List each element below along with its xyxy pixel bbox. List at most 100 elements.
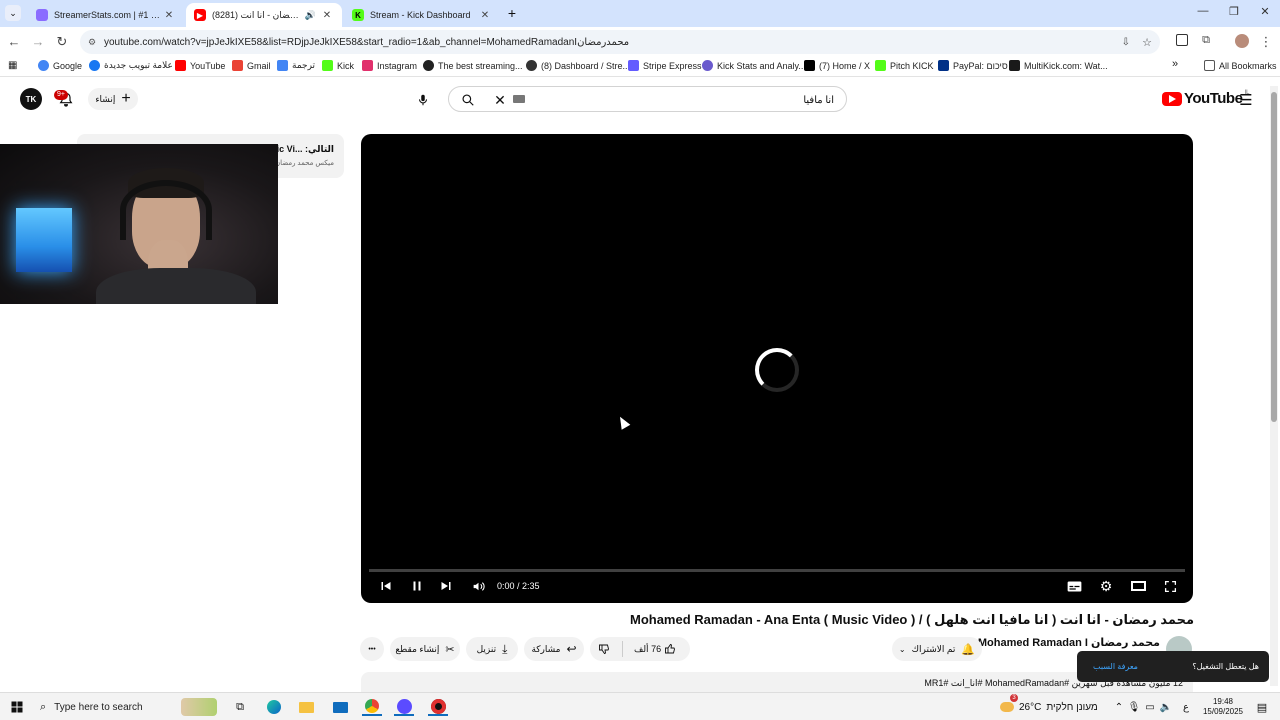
all-bookmarks-button[interactable]: All Bookmarks xyxy=(1204,60,1277,71)
search-input[interactable] xyxy=(529,91,834,109)
back-icon[interactable]: ← xyxy=(4,34,24,49)
settings-gear-icon[interactable]: ⚙ xyxy=(1095,577,1117,595)
bookmark-gmail[interactable]: Gmail xyxy=(232,60,271,71)
profile-avatar-icon[interactable] xyxy=(1232,34,1252,51)
bookmark-translate[interactable]: ترجمة xyxy=(277,60,315,71)
tab-youtube[interactable]: ▶ محمد رمضان - انا انت (8281) 🔊 ✕ xyxy=(186,3,342,27)
extensions-puzzle-icon[interactable]: ⧉ xyxy=(1196,34,1216,47)
bookmark-facebook[interactable]: علامة تبويب جديدة xyxy=(89,60,173,71)
address-bar[interactable]: ⚙ youtube.com/watch?v=jpJeJkIXE58&list=R… xyxy=(80,30,1160,54)
search-highlight-icon[interactable] xyxy=(178,698,220,716)
mail-icon[interactable] xyxy=(330,698,350,716)
microphone-tray-icon[interactable]: 🎙 xyxy=(1128,698,1141,716)
notification-center-icon[interactable]: ▤ xyxy=(1254,698,1270,716)
dislike-button[interactable] xyxy=(598,643,610,655)
download-button[interactable]: تنزيل ⤓ xyxy=(466,637,518,661)
clock[interactable]: 19:48 15/09/2025 xyxy=(1196,696,1250,718)
bookmark-label: Kick xyxy=(337,60,355,71)
recording-app-icon[interactable] xyxy=(428,698,448,716)
edge-browser-icon[interactable] xyxy=(264,698,284,716)
next-icon[interactable] xyxy=(435,577,457,595)
tab-streamerstats[interactable]: StreamerStats.com | #1 Kick An ✕ xyxy=(28,3,184,27)
close-icon[interactable]: ✕ xyxy=(478,10,492,21)
tab-kick-dashboard[interactable]: K Stream - Kick Dashboard ✕ xyxy=(344,3,500,27)
subscribed-button[interactable]: ⌄ تم الاشتراك 🔔 xyxy=(892,637,982,661)
guide-menu-icon[interactable]: ☰ xyxy=(1236,90,1256,110)
speaker-icon[interactable]: 🔊 xyxy=(305,10,316,21)
bookmark-pitch-kick[interactable]: Pitch KICK xyxy=(875,60,934,71)
speaker-tray-icon[interactable]: 🔈 xyxy=(1160,698,1172,716)
browser-menu-icon[interactable]: ⋮ xyxy=(1256,34,1276,50)
clear-search-icon[interactable]: ✕ xyxy=(491,91,509,109)
bookmark-multikick[interactable]: MultiKick.com: Wat... xyxy=(1009,60,1108,71)
volume-icon[interactable] xyxy=(467,577,489,595)
account-avatar[interactable]: TK xyxy=(20,88,42,110)
pause-icon[interactable] xyxy=(406,577,428,595)
like-button[interactable] xyxy=(664,643,676,655)
bookmark-star-icon[interactable]: ☆ xyxy=(1142,36,1152,49)
scrollbar-thumb[interactable] xyxy=(1271,92,1277,422)
page-scrollbar[interactable] xyxy=(1270,86,1278,686)
more-actions-button[interactable]: ••• xyxy=(360,637,384,661)
weather-temp: 26°C xyxy=(1019,701,1042,713)
chevron-down-icon: ⌄ xyxy=(898,644,906,654)
file-explorer-icon[interactable] xyxy=(296,698,316,716)
progress-bar[interactable] xyxy=(369,569,1185,572)
new-tab-button[interactable]: + xyxy=(504,5,520,21)
minimize-icon[interactable]: — xyxy=(1188,5,1218,17)
download-label: تنزيل xyxy=(476,643,497,654)
task-view-icon[interactable]: ⧉ xyxy=(230,698,250,716)
tab-title: StreamerStats.com | #1 Kick An xyxy=(54,10,162,20)
more-bookmarks-button[interactable]: » xyxy=(1172,58,1178,70)
close-window-icon[interactable]: ✕ xyxy=(1250,5,1280,18)
weather-alert-badge: 3 xyxy=(1010,694,1018,702)
bookmark-dashboard[interactable]: (8) Dashboard / Stre... xyxy=(526,60,630,71)
bookmark-kick-stats[interactable]: Kick Stats and Analy... xyxy=(702,60,806,71)
language-indicator[interactable]: ع xyxy=(1180,698,1192,716)
fullscreen-icon[interactable] xyxy=(1159,577,1181,595)
bookmark-stripe[interactable]: Stripe Express xyxy=(628,60,702,71)
kick-extension-icon[interactable] xyxy=(1172,34,1192,49)
chrome-icon[interactable] xyxy=(362,698,382,716)
voice-search-mic-icon[interactable] xyxy=(412,89,434,111)
bookmark-paypal[interactable]: PayPal: סיכום xyxy=(938,60,1008,71)
start-windows-icon[interactable] xyxy=(8,698,26,716)
network-icon[interactable]: ▭ xyxy=(1144,698,1156,716)
apps-grid-icon[interactable]: ▦ xyxy=(8,60,17,71)
create-button[interactable]: إنشاء + xyxy=(88,88,138,110)
browser-toolbar: ← → ↻ ⚙ youtube.com/watch?v=jpJeJkIXE58&… xyxy=(0,27,1280,56)
close-icon[interactable]: ✕ xyxy=(162,10,176,21)
youtube-icon xyxy=(175,60,186,71)
subtitles-icon[interactable] xyxy=(1063,577,1085,595)
facebook-icon xyxy=(89,60,100,71)
channel-name[interactable]: Mohamed Ramadan I محمد رمضان xyxy=(978,636,1160,649)
bookmark-youtube[interactable]: YouTube xyxy=(175,60,225,71)
streaming-icon xyxy=(423,60,434,71)
bookmark-streaming[interactable]: The best streaming... xyxy=(423,60,523,71)
install-app-icon[interactable]: ⇩ xyxy=(1122,37,1130,48)
aquarium-light xyxy=(16,208,72,272)
show-hidden-icons-chevron-icon[interactable]: ⌃ xyxy=(1112,698,1126,716)
bookmark-google[interactable]: Google xyxy=(38,60,82,71)
restore-icon[interactable]: ❐ xyxy=(1219,5,1249,18)
previous-icon[interactable] xyxy=(375,577,397,595)
google-icon xyxy=(38,60,49,71)
share-button[interactable]: مشاركة ↩ xyxy=(524,637,584,661)
forward-icon[interactable]: → xyxy=(28,34,48,49)
toast-learn-more-link[interactable]: معرفة السبب xyxy=(1093,662,1138,671)
search-icon[interactable] xyxy=(459,91,477,109)
clip-button[interactable]: إنشاء مقطع ✂ xyxy=(390,637,460,661)
site-info-icon[interactable]: ⚙ xyxy=(88,37,96,48)
close-icon[interactable]: ✕ xyxy=(320,10,334,21)
theater-mode-icon[interactable] xyxy=(1127,577,1149,595)
dislike-icon xyxy=(599,644,609,655)
bookmark-kick[interactable]: Kick xyxy=(322,60,354,71)
keyboard-icon[interactable] xyxy=(513,95,525,103)
video-player[interactable]: 0:00 / 2:35 ⚙ xyxy=(361,134,1193,603)
tab-search-button[interactable]: ⌄ xyxy=(5,5,21,21)
reload-icon[interactable]: ↻ xyxy=(52,34,72,50)
description-box[interactable]: 12 مليون مشاهدة قبل شهرين #MohamedRamada… xyxy=(361,672,1193,692)
streaming-app-icon[interactable] xyxy=(394,698,414,716)
bookmark-instagram[interactable]: Instagram xyxy=(362,60,417,71)
bookmark-x[interactable]: (7) Home / X xyxy=(804,60,870,71)
